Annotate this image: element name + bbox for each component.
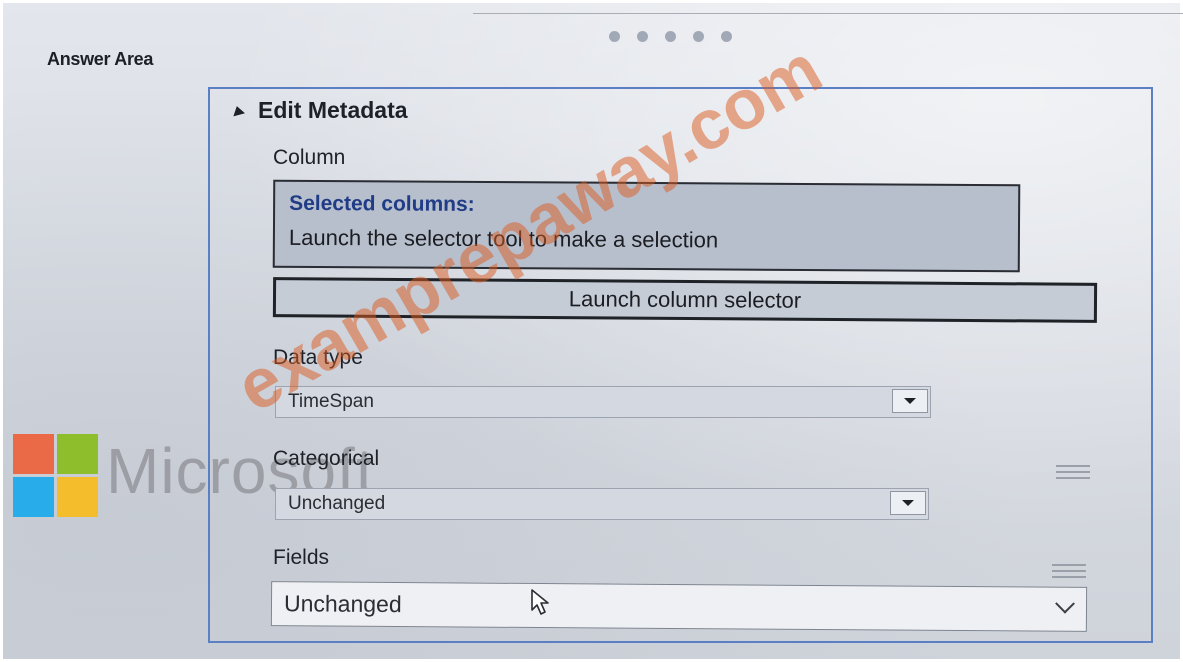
fields-value: Unchanged — [283, 590, 402, 618]
pager-dot — [637, 31, 648, 42]
panel-title: Edit Metadata — [258, 97, 408, 123]
logo-red-square — [13, 434, 54, 474]
mouse-pointer-icon — [531, 589, 549, 615]
pager-dots — [609, 31, 732, 42]
data-type-select[interactable]: TimeSpan — [275, 386, 931, 418]
pager-dot — [665, 31, 676, 42]
selected-columns-title: Selected columns: — [289, 191, 475, 216]
fields-label: Fields — [273, 546, 330, 569]
logo-green-square — [57, 434, 98, 474]
collapse-icon[interactable] — [231, 104, 245, 117]
categorical-value: Unchanged — [288, 493, 386, 514]
chevron-down-icon[interactable] — [1055, 593, 1075, 614]
screenshot-photo: Answer Area Microsoft Edit Metadata Colu… — [0, 0, 1183, 662]
pager-dot — [609, 31, 620, 42]
answer-area-heading: Answer Area — [47, 49, 154, 69]
top-divider — [473, 13, 1183, 14]
hamburger-icon[interactable] — [1056, 465, 1090, 479]
fields-select[interactable]: Unchanged — [270, 581, 1088, 632]
panel-header[interactable]: Edit Metadata — [231, 97, 408, 124]
pager-dot — [693, 31, 704, 42]
caret-down-icon[interactable] — [890, 491, 926, 515]
pager-dot — [721, 31, 732, 42]
logo-yellow-square — [57, 477, 98, 517]
microsoft-logo — [13, 434, 99, 518]
hamburger-icon[interactable] — [1052, 564, 1086, 578]
categorical-select[interactable]: Unchanged — [275, 488, 929, 520]
logo-blue-square — [13, 477, 54, 517]
categorical-label: Categorical — [273, 447, 380, 470]
column-label: Column — [273, 146, 346, 169]
caret-down-icon[interactable] — [892, 389, 928, 413]
